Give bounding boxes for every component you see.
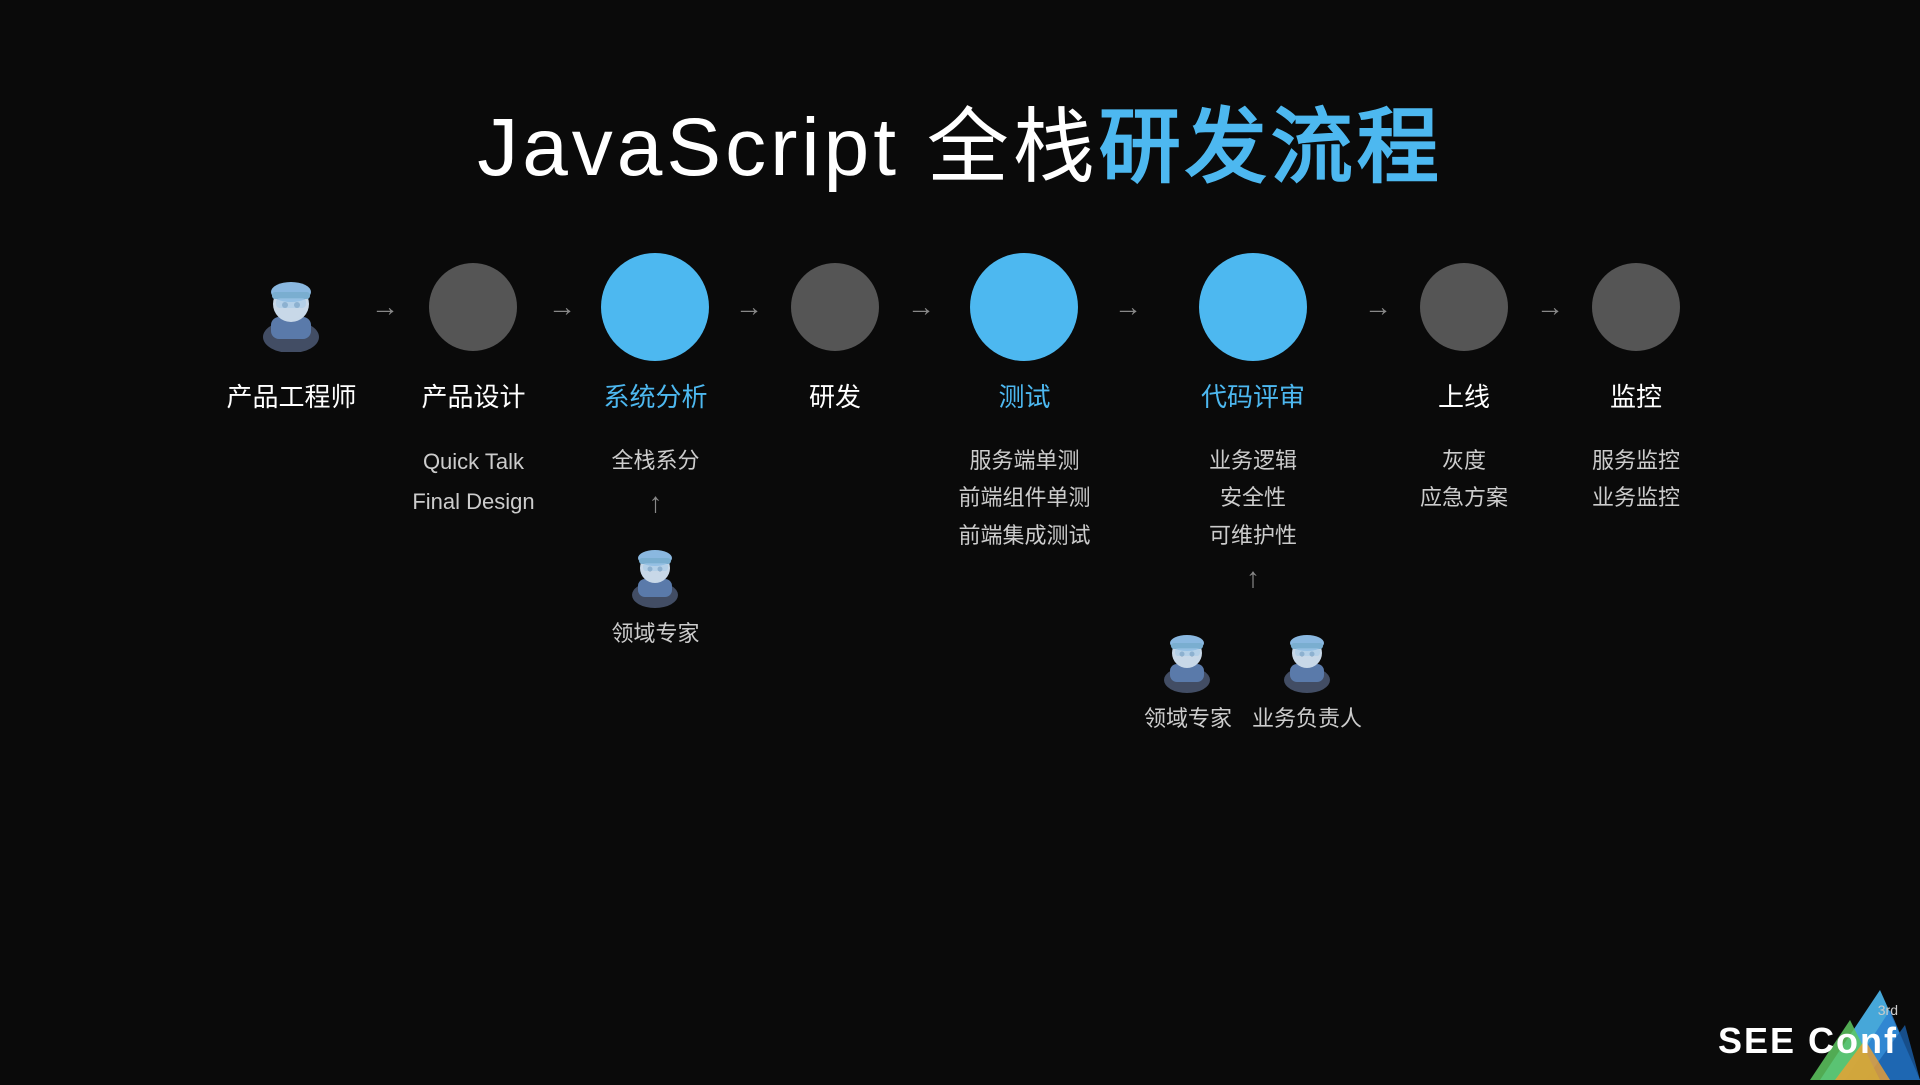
arrow-5: →	[1112, 254, 1144, 359]
figure-domain-expert: 领域专家	[611, 533, 699, 648]
step-monitor: 监控 服务监控 业务监控	[1566, 254, 1706, 517]
details-online: 灰度 应急方案	[1420, 442, 1508, 517]
circle-system-analysis	[601, 253, 709, 361]
domain-expert-2-icon	[1150, 618, 1225, 693]
step-label-test: 测试	[998, 377, 1050, 414]
step-system-analysis: 系统分析 全栈系分 ↑ 领域专家	[578, 254, 733, 648]
step-label-dev: 研发	[809, 377, 861, 414]
figures-code-review: 领域专家 业务负责人	[1144, 608, 1362, 733]
biz-owner-icon	[1270, 618, 1345, 693]
step-code-review: 代码评审 业务逻辑 安全性 可维护性 ↑ 领域专家	[1144, 254, 1362, 733]
circle-online	[1420, 263, 1508, 351]
step-label-product-engineer: 产品工程师	[226, 377, 356, 414]
up-arrow-system-analysis: ↑	[648, 487, 662, 519]
arrow-7: →	[1534, 254, 1566, 359]
see-conf-3rd: 3rd	[1878, 1002, 1898, 1018]
engineer-icon	[246, 262, 336, 352]
figure-label-domain-expert-2: 领域专家	[1144, 701, 1232, 733]
circle-dev	[791, 263, 879, 351]
step-label-code-review: 代码评审	[1201, 377, 1305, 414]
details-monitor: 服务监控 业务监控	[1592, 442, 1680, 517]
figure-biz-owner: 业务负责人	[1252, 618, 1362, 733]
circle-product-design	[429, 263, 517, 351]
step-dev: 研发	[765, 254, 905, 614]
details-test: 服务端单测 前端组件单测 前端集成测试	[958, 442, 1090, 554]
figure-label-domain-expert: 领域专家	[611, 616, 699, 648]
domain-expert-icon	[618, 533, 693, 608]
title-prefix: JavaScript 全栈	[477, 102, 1099, 193]
circle-monitor	[1592, 263, 1680, 351]
step-online: 上线 灰度 应急方案	[1394, 254, 1534, 517]
main-title: JavaScript 全栈研发流程	[0, 0, 1920, 199]
step-test: 测试 服务端单测 前端组件单测 前端集成测试	[937, 254, 1112, 554]
details-code-review: 业务逻辑 安全性 可维护性	[1209, 442, 1297, 554]
step-label-monitor: 监控	[1610, 377, 1662, 414]
arrow-2: →	[546, 254, 578, 359]
figure-label-biz-owner: 业务负责人	[1252, 701, 1362, 733]
see-conf-text: SEE Conf	[1718, 1020, 1898, 1062]
arrow-4: →	[905, 254, 937, 359]
arrow-6: →	[1362, 254, 1394, 359]
up-arrow-code-review: ↑	[1246, 562, 1260, 594]
circle-test	[970, 253, 1078, 361]
arrow-3: →	[733, 254, 765, 359]
details-product-design: Quick Talk Final Design	[412, 442, 534, 521]
step-product-design: 产品设计 Quick Talk Final Design	[401, 254, 546, 521]
details-system-analysis: 全栈系分	[611, 442, 699, 479]
figure-domain-expert-2: 领域专家	[1144, 618, 1232, 733]
flow-diagram: 产品工程师 → 产品设计 Quick Talk Final Design → 系…	[0, 254, 1920, 733]
step-product-engineer: 产品工程师	[214, 254, 369, 534]
arrow-1: →	[369, 254, 401, 359]
title-highlight: 研发流程	[1099, 102, 1443, 193]
see-conf-logo: SEE Conf 3rd	[1680, 990, 1920, 1080]
step-label-system-analysis: 系统分析	[603, 377, 707, 414]
circle-code-review	[1199, 253, 1307, 361]
step-label-product-design: 产品设计	[421, 377, 525, 414]
step-label-online: 上线	[1438, 377, 1490, 414]
